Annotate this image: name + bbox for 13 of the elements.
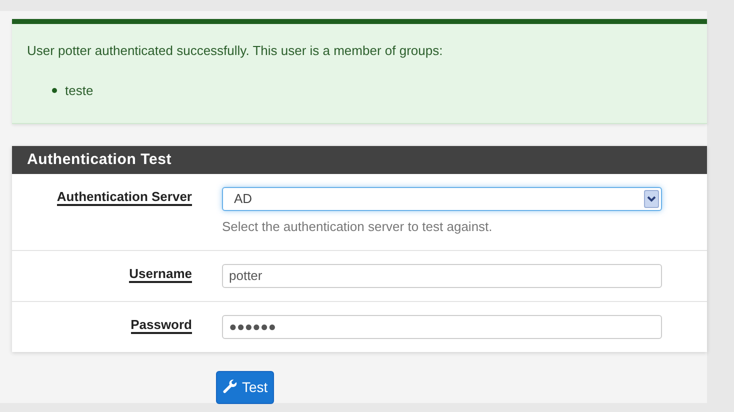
- help-text: Select the authentication server to test against.: [222, 218, 494, 236]
- alert-message: User potter authenticated successfully. This user is a member of groups:: [27, 42, 444, 60]
- input-field[interactable]: ●●●●●●: [222, 314, 662, 338]
- field-label: Authentication Server: [56, 189, 192, 206]
- field-label: Password: [130, 316, 192, 334]
- test-button[interactable]: Test: [216, 370, 274, 404]
- field-label: Username: [129, 266, 192, 282]
- wrench-icon: [222, 379, 238, 395]
- bullet-icon: [52, 88, 57, 93]
- input-field[interactable]: potter: [222, 264, 662, 288]
- panel-title: Authentication Test: [27, 150, 172, 170]
- server-select[interactable]: AD: [222, 187, 662, 211]
- group-name: teste: [65, 82, 94, 100]
